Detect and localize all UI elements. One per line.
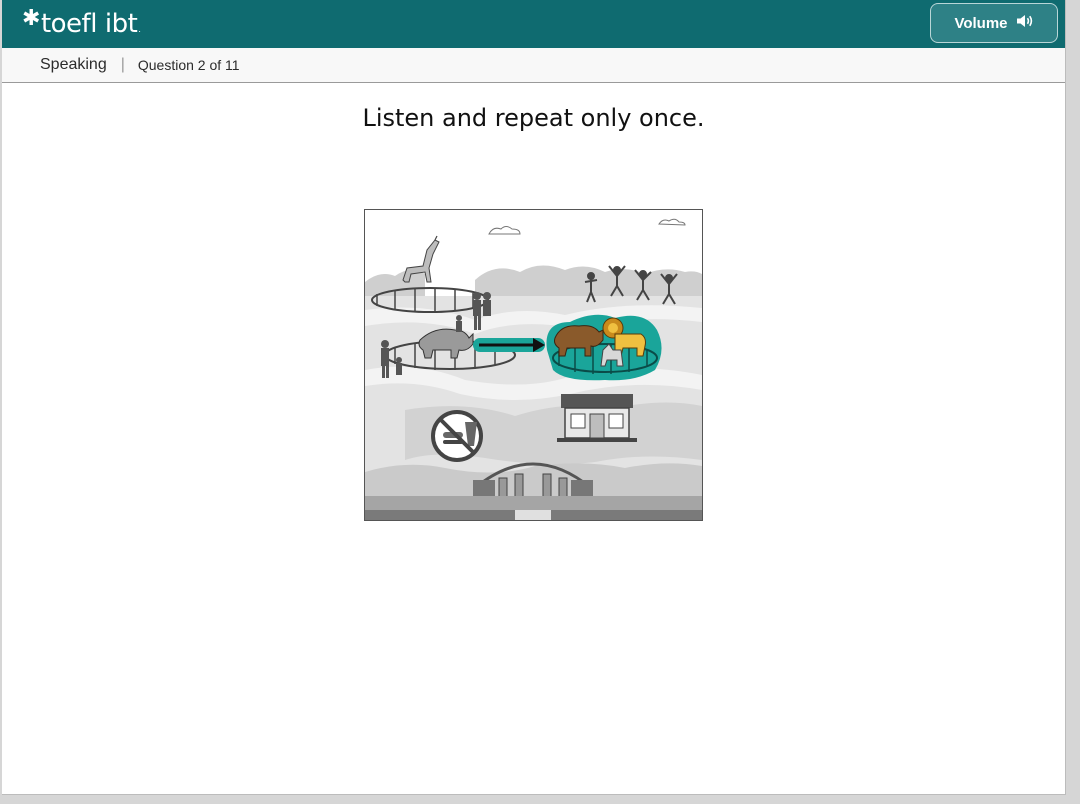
no-food-sign-icon bbox=[431, 410, 483, 462]
toefl-ibt-logo: ✱toefl ibt. bbox=[22, 6, 141, 39]
logo-dot-icon: . bbox=[138, 25, 141, 34]
arrow-icon bbox=[473, 338, 545, 352]
section-bar: Speaking | Question 2 of 11 bbox=[2, 48, 1065, 83]
top-bar: ✱toefl ibt. Volume bbox=[2, 0, 1065, 48]
logo-asterisk-icon: ✱ bbox=[22, 6, 40, 31]
instruction-text: Listen and repeat only once. bbox=[362, 104, 705, 132]
logo-sub-text: ibt bbox=[104, 9, 138, 39]
volume-label: Volume bbox=[954, 14, 1008, 32]
section-separator: | bbox=[120, 56, 125, 73]
app-window: ✱toefl ibt. Volume Speaking | Question 2 … bbox=[2, 0, 1066, 795]
question-counter: Question 2 of 11 bbox=[137, 57, 240, 73]
section-label: Speaking bbox=[40, 56, 107, 73]
food-stand-icon bbox=[557, 394, 637, 442]
speaker-icon bbox=[1016, 13, 1034, 33]
zoo-illustration bbox=[364, 209, 703, 521]
logo-main-text: toefl bbox=[40, 9, 97, 39]
volume-button[interactable]: Volume bbox=[930, 3, 1058, 43]
